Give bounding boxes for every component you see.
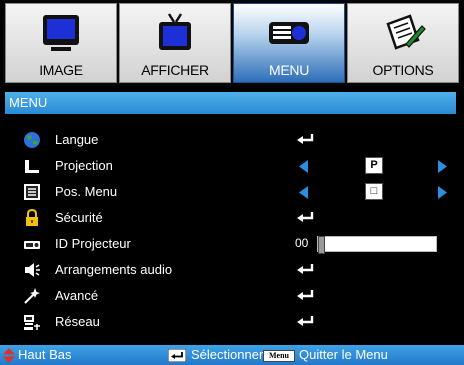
menu-row-avance[interactable]: Avancé	[0, 285, 464, 307]
menu-row-securite[interactable]: Sécurité	[0, 207, 464, 229]
projection-value: P	[365, 157, 383, 174]
up-down-arrows-icon	[3, 348, 15, 363]
tab-label: OPTIONS	[372, 62, 434, 78]
globe-icon	[24, 132, 40, 148]
row-label: Pos. Menu	[55, 184, 118, 199]
advanced-icon	[24, 288, 40, 304]
row-label: Réseau	[55, 314, 100, 329]
arrow-left-icon[interactable]	[299, 160, 308, 173]
footer-help-bar: Haut Bas Sélectionner Menu Quitter le Me…	[0, 345, 464, 365]
enter-icon	[297, 290, 314, 300]
row-label: Langue	[55, 132, 99, 147]
tv-icon	[159, 13, 191, 50]
row-label: Projection	[55, 158, 113, 173]
row-label: Avancé	[55, 288, 99, 303]
tab-label: MENU	[268, 62, 310, 78]
arrow-left-icon[interactable]	[299, 186, 308, 199]
menu-row-langue[interactable]: Langue	[0, 129, 464, 151]
enter-icon	[297, 316, 314, 326]
projector-id-icon	[24, 241, 40, 249]
menu-row-projection[interactable]: Projection P	[0, 155, 464, 177]
footer-exit-label: Quitter le Menu	[299, 347, 388, 362]
menu-row-reseau[interactable]: Réseau	[0, 311, 464, 333]
menu-position-icon	[24, 184, 40, 200]
lock-icon	[26, 209, 38, 226]
projector-id-slider[interactable]	[317, 236, 437, 254]
menu-key-icon: Menu	[263, 350, 295, 362]
enter-key-icon	[168, 349, 186, 362]
tab-menu[interactable]: MENU	[233, 3, 345, 83]
network-icon	[24, 315, 40, 330]
projector-id-value: 00	[295, 236, 309, 250]
tab-afficher[interactable]: AFFICHER	[119, 3, 231, 83]
enter-icon	[297, 212, 314, 222]
projector-icon	[269, 22, 309, 44]
tab-options[interactable]: OPTIONS	[347, 3, 459, 83]
enter-icon	[297, 264, 314, 274]
tab-label: AFFICHER	[141, 62, 209, 78]
row-label: ID Projecteur	[55, 236, 131, 251]
footer-select-label: Sélectionner	[191, 347, 264, 362]
menu-row-pos-menu[interactable]: Pos. Menu □	[0, 181, 464, 203]
monitor-icon	[43, 15, 79, 51]
tab-label: IMAGE	[39, 62, 83, 78]
footer-nav-label: Haut Bas	[18, 347, 72, 362]
projection-icon	[25, 160, 39, 173]
row-label: Arrangements audio	[55, 262, 173, 277]
tab-bar: IMAGE AFFICHER MENU OPTIONS	[3, 0, 461, 86]
arrow-right-icon[interactable]	[438, 160, 447, 173]
slider-knob[interactable]	[318, 236, 325, 254]
menu-row-arrangements-audio[interactable]: Arrangements audio	[0, 259, 464, 281]
speaker-icon	[25, 263, 40, 277]
tab-image[interactable]: IMAGE	[5, 3, 117, 83]
menu-row-id-projecteur[interactable]: ID Projecteur 00	[0, 233, 464, 255]
menu-position-value: □	[365, 183, 383, 200]
document-pen-icon	[386, 14, 426, 50]
section-header: MENU	[5, 92, 456, 114]
osd-menu: IMAGE AFFICHER MENU OPTIONS MENU Langue …	[0, 0, 464, 365]
row-label: Sécurité	[55, 210, 103, 225]
enter-icon	[297, 134, 314, 144]
arrow-right-icon[interactable]	[438, 186, 447, 199]
